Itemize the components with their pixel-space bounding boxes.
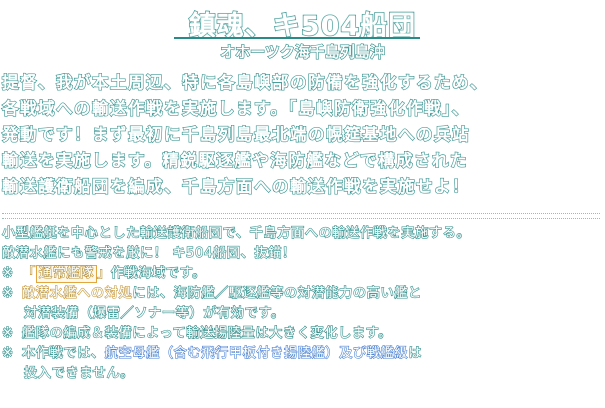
note-text: 作戦海域です。 xyxy=(110,265,206,281)
note-text: 艦隊の編成＆装備によって xyxy=(21,325,187,341)
details-intro-line: 敵潜水艦にも警戒を厳に！ キ504船団、抜錨！ xyxy=(1,245,296,261)
title-underline xyxy=(174,37,420,39)
note-restriction-cont: 投入できません。 xyxy=(23,365,134,381)
fleet-type-badge: 通常艦隊 xyxy=(35,265,97,283)
note-restriction: ※ 本作戦では、航空母艦（含む飛行甲板付き揚陸艦）及び戦艦級は xyxy=(1,344,602,364)
briefing-line: 輸送護衛船団を編成、千島方面への輸送作戦を実施せよ！ xyxy=(1,176,470,196)
note-mark: ※ xyxy=(1,345,14,361)
briefing-line: 発動です！まず最初に千島列島最北端の幌筵基地への兵站 xyxy=(1,124,470,144)
note-text: は xyxy=(407,345,422,361)
operation-briefing-panel: 鎮魂、キ504船団 オホーツク海千島列島沖 提督、我が本土周辺、特に各島嶼部の防… xyxy=(0,0,605,408)
note-submarine-cont: 対潜装備（爆雷／ソナー等）が有効です。 xyxy=(23,305,285,321)
bracket-open: 「 xyxy=(21,265,36,281)
note-highlight: 敵潜水艦への対処 xyxy=(21,285,133,301)
note-transport: ※ 艦隊の編成＆装備によって輸送揚陸量は大きく変化します。 xyxy=(1,324,602,344)
section-divider xyxy=(2,213,600,219)
note-text: します。 xyxy=(337,325,392,341)
note-highlight: 航空母艦（含む飛行甲板付き揚陸艦）及び戦艦級 xyxy=(104,345,409,361)
briefing-text: 提督、我が本土周辺、特に各島嶼部の防備を強化するため、 各戦域への輸送作戦を実施… xyxy=(1,70,592,200)
note-mark: ※ xyxy=(1,285,14,301)
bracket-close: 」 xyxy=(96,265,111,281)
note-mark: ※ xyxy=(1,265,14,281)
note-text: 本作戦では、 xyxy=(21,345,105,361)
operation-area-subtitle: オホーツク海千島列島沖 xyxy=(220,42,386,61)
details-intro-line: 小型艦艇を中心とした輸送護衛船団で、千島方面への輸送作戦を実施する。 xyxy=(1,225,471,241)
briefing-line: 提督、我が本土周辺、特に各島嶼部の防備を強化するため、 xyxy=(1,72,488,92)
note-highlight: 輸送揚陸量は大きく変化 xyxy=(186,325,339,341)
briefing-line: 輸送を実施します。精鋭駆逐艦や海防艦などで構成された xyxy=(1,150,469,170)
briefing-line: 各戦域への輸送作戦を実施します。「島嶼防衛強化作戦」、 xyxy=(1,98,470,118)
note-text: には、海防艦／駆逐艦等の対潜能力の高い艦と xyxy=(132,285,422,301)
note-fleet-type: ※ 「通常艦隊 」作戦海域です。 xyxy=(1,264,602,284)
note-submarine: ※ 敵潜水艦への対処には、海防艦／駆逐艦等の対潜能力の高い艦と xyxy=(1,284,602,304)
note-mark: ※ xyxy=(1,325,14,341)
operation-details: 小型艦艇を中心とした輸送護衛船団で、千島方面への輸送作戦を実施する。 敵潜水艦に… xyxy=(1,224,602,384)
